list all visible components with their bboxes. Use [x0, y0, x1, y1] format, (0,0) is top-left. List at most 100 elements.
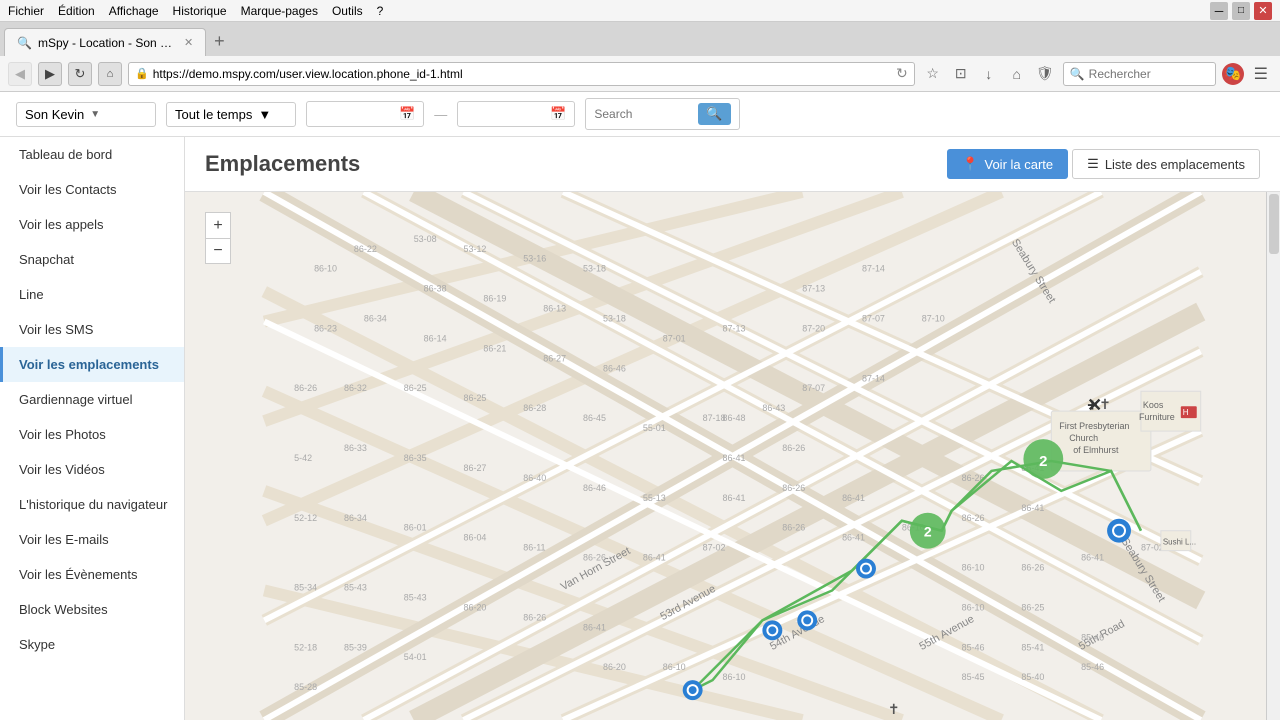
device-selector[interactable]: Son Kevin ▼: [16, 102, 156, 127]
bookmark-icon[interactable]: ☆: [921, 62, 945, 86]
vertical-scrollbar[interactable]: [1266, 192, 1280, 720]
hamburger-menu[interactable]: ☰: [1250, 64, 1272, 84]
sidebar-item-emails[interactable]: Voir les E-mails: [0, 522, 184, 557]
toolbar-icons: ☆ ⊡ ↓ ⌂ 🛡: [921, 62, 1057, 86]
calendar-to-icon[interactable]: 📅: [550, 106, 566, 122]
active-tab[interactable]: 🔍 mSpy - Location - Son Kevin ✕: [4, 28, 206, 56]
svg-text:86-41: 86-41: [723, 453, 746, 463]
svg-text:86-46: 86-46: [583, 483, 606, 493]
svg-text:86-41: 86-41: [583, 622, 606, 632]
sidebar-item-snapchat[interactable]: Snapchat: [0, 242, 184, 277]
date-range-to[interactable]: 📅: [457, 101, 575, 127]
sidebar-item-block-websites[interactable]: Block Websites: [0, 592, 184, 627]
svg-text:85-39: 85-39: [344, 642, 367, 652]
topbar-search-input[interactable]: [594, 107, 694, 121]
svg-text:85-41: 85-41: [1021, 642, 1044, 652]
time-chevron-icon: ▼: [258, 107, 271, 122]
view-list-button[interactable]: ☰ Liste des emplacements: [1072, 149, 1260, 179]
view-map-button[interactable]: 📍 Voir la carte: [947, 149, 1068, 179]
map-header: Emplacements 📍 Voir la carte ☰ Liste des…: [185, 137, 1280, 192]
menu-historique[interactable]: Historique: [173, 4, 227, 18]
svg-text:86-10: 86-10: [723, 672, 746, 682]
browser-search-bar[interactable]: 🔍: [1063, 62, 1216, 86]
home-button[interactable]: ⌂: [98, 62, 122, 86]
map-title: Emplacements: [205, 151, 360, 177]
user-avatar[interactable]: 🎭: [1222, 63, 1244, 85]
svg-text:86-20: 86-20: [603, 662, 626, 672]
svg-text:2: 2: [1039, 453, 1047, 470]
url-input[interactable]: [153, 67, 892, 81]
scrollbar-thumb[interactable]: [1269, 194, 1279, 254]
browser-maximize[interactable]: □: [1232, 2, 1250, 20]
svg-text:87-13: 87-13: [802, 284, 825, 294]
svg-text:53-18: 53-18: [583, 264, 606, 274]
menu-help[interactable]: ?: [377, 4, 384, 18]
svg-text:53-16: 53-16: [523, 254, 546, 264]
sidebar-item-videos[interactable]: Voir les Vidéos: [0, 452, 184, 487]
svg-text:86-26: 86-26: [1021, 563, 1044, 573]
sidebar-item-photos[interactable]: Voir les Photos: [0, 417, 184, 452]
sync-icon[interactable]: ⊡: [949, 62, 973, 86]
sidebar-item-locations[interactable]: Voir les emplacements: [0, 347, 184, 382]
sidebar-item-line[interactable]: Line: [0, 277, 184, 312]
topbar-search-button[interactable]: 🔍: [698, 103, 730, 125]
map-svg: Van Horn Street 53rd Avenue 54th Avenue …: [185, 192, 1280, 720]
sidebar-item-dashboard[interactable]: Tableau de bord: [0, 137, 184, 172]
sidebar-item-contacts[interactable]: Voir les Contacts: [0, 172, 184, 207]
calendar-from-icon[interactable]: 📅: [399, 106, 415, 122]
date-from-input[interactable]: [315, 107, 395, 121]
download-icon[interactable]: ↓: [977, 62, 1001, 86]
shield-icon[interactable]: 🛡: [1033, 62, 1057, 86]
svg-text:85-40: 85-40: [1021, 672, 1044, 682]
svg-text:53-18: 53-18: [603, 314, 626, 324]
map-area[interactable]: Van Horn Street 53rd Avenue 54th Avenue …: [185, 192, 1280, 720]
date-separator: —: [434, 107, 447, 122]
svg-text:52-18: 52-18: [294, 642, 317, 652]
map-view-buttons: 📍 Voir la carte ☰ Liste des emplacements: [947, 149, 1260, 179]
menu-affichage[interactable]: Affichage: [109, 4, 159, 18]
browser-close[interactable]: ✕: [1254, 2, 1272, 20]
menu-fichier[interactable]: Fichier: [8, 4, 44, 18]
sidebar-item-browser-history[interactable]: L'historique du navigateur: [0, 487, 184, 522]
svg-text:H: H: [1183, 408, 1189, 417]
tab-close-button[interactable]: ✕: [184, 36, 193, 49]
svg-text:86-33: 86-33: [344, 443, 367, 453]
search-icon: 🔍: [1070, 67, 1085, 81]
browser-minimize[interactable]: ─: [1210, 2, 1228, 20]
sidebar-item-calls[interactable]: Voir les appels: [0, 207, 184, 242]
reload-button[interactable]: ↻: [68, 62, 92, 86]
address-bar[interactable]: 🔒 ↻: [128, 62, 915, 86]
date-to-input[interactable]: [466, 107, 546, 121]
svg-text:54-01: 54-01: [404, 652, 427, 662]
map-panel: Emplacements 📍 Voir la carte ☰ Liste des…: [185, 137, 1280, 720]
svg-text:53-12: 53-12: [464, 244, 487, 254]
menu-marque-pages[interactable]: Marque-pages: [241, 4, 318, 18]
sidebar-item-events[interactable]: Voir les Évènements: [0, 557, 184, 592]
svg-text:86-26: 86-26: [782, 443, 805, 453]
reload-icon[interactable]: ↻: [896, 65, 908, 82]
sidebar-item-sms[interactable]: Voir les SMS: [0, 312, 184, 347]
svg-text:86-20: 86-20: [464, 602, 487, 612]
svg-text:87-07: 87-07: [802, 383, 825, 393]
device-chevron-icon: ▼: [90, 109, 100, 120]
svg-text:85-46: 85-46: [1081, 632, 1104, 642]
svg-text:87-13: 87-13: [723, 323, 746, 333]
sidebar-item-geofencing[interactable]: Gardiennage virtuel: [0, 382, 184, 417]
time-selector[interactable]: Tout le temps ▼: [166, 102, 296, 127]
zoom-out-button[interactable]: −: [205, 238, 231, 264]
menu-outils[interactable]: Outils: [332, 4, 363, 18]
forward-button[interactable]: ▶: [38, 62, 62, 86]
svg-text:86-23: 86-23: [314, 323, 337, 333]
new-tab-button[interactable]: +: [206, 31, 233, 52]
browser-tabbar: 🔍 mSpy - Location - Son Kevin ✕ +: [0, 22, 1280, 56]
home-icon2[interactable]: ⌂: [1005, 62, 1029, 86]
sidebar-item-skype[interactable]: Skype: [0, 627, 184, 662]
zoom-in-button[interactable]: +: [205, 212, 231, 238]
topbar-search[interactable]: 🔍: [585, 98, 739, 130]
back-button[interactable]: ◀: [8, 62, 32, 86]
svg-text:86-21: 86-21: [483, 343, 506, 353]
svg-text:86-45: 86-45: [583, 413, 606, 423]
browser-search-input[interactable]: [1089, 67, 1209, 81]
date-range-from[interactable]: 📅: [306, 101, 424, 127]
menu-edition[interactable]: Édition: [58, 4, 95, 18]
